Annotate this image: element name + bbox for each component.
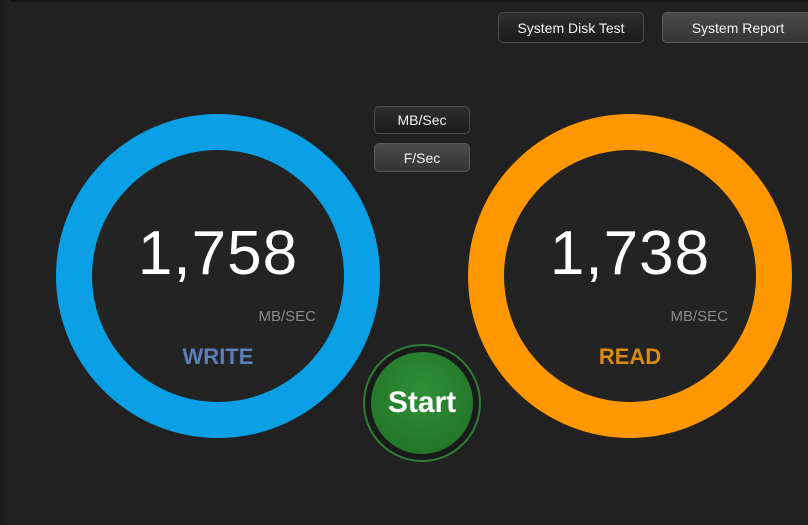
write-speed-value: 1,758 (137, 219, 299, 288)
write-speed-unit: MB/SEC (258, 308, 316, 325)
read-speed-gauge: 1,738 MB/SEC READ (468, 114, 792, 438)
write-speed-gauge: 1,758 MB/SEC WRITE (56, 114, 380, 438)
mb-sec-toggle-button[interactable]: MB/Sec (374, 106, 470, 134)
write-label: WRITE (182, 344, 254, 369)
window-left-edge (0, 0, 10, 525)
f-sec-toggle-button[interactable]: F/Sec (374, 143, 470, 172)
system-report-button[interactable]: System Report (662, 12, 808, 43)
system-disk-test-button[interactable]: System Disk Test (498, 12, 644, 43)
window-top-edge (0, 0, 808, 2)
read-label: READ (598, 344, 662, 369)
read-speed-unit: MB/SEC (670, 308, 728, 325)
read-speed-value: 1,738 (549, 219, 711, 288)
start-button[interactable]: Start (371, 352, 473, 454)
disk-speed-test-window: System Disk Test System Report MB/Sec F/… (0, 0, 808, 525)
